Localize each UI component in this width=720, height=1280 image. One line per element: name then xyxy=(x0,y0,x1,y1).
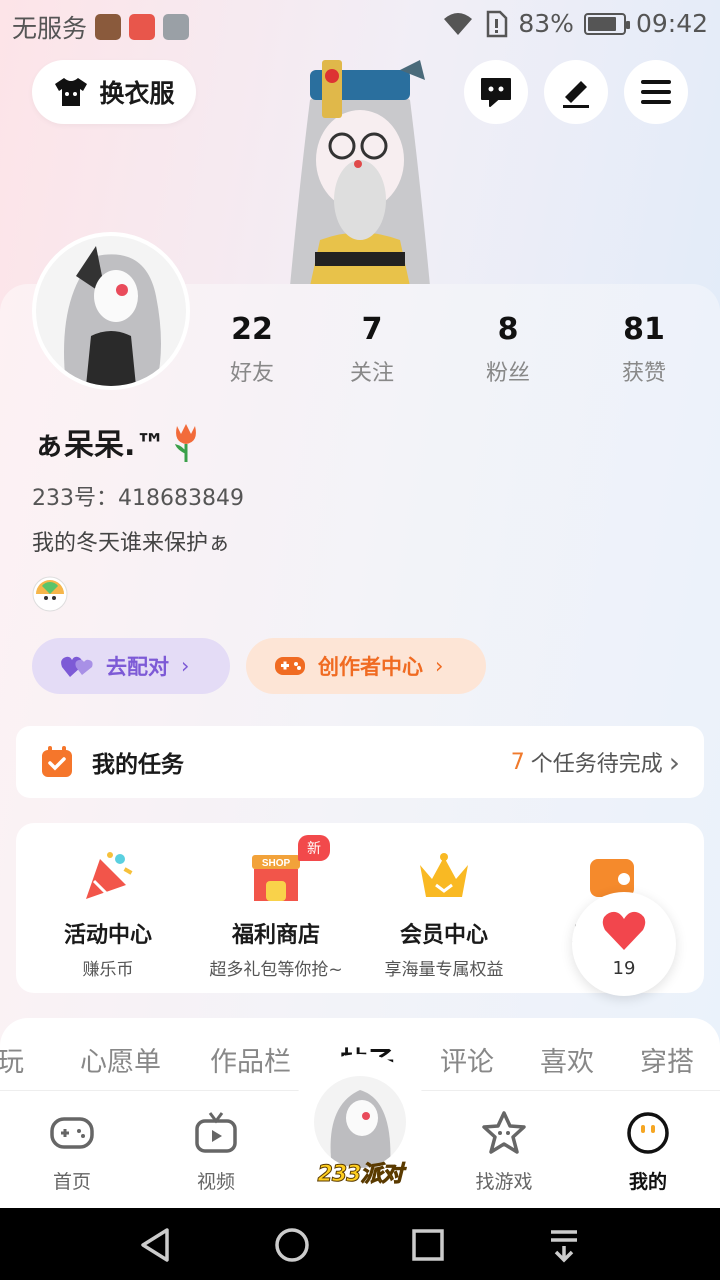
stat-friends[interactable]: 22 好友 xyxy=(192,312,312,387)
chevron-right-icon: › xyxy=(435,654,444,678)
heart-icon xyxy=(602,911,646,950)
notification-pull-icon[interactable] xyxy=(545,1226,583,1264)
feature-title: 福利商店 xyxy=(231,923,320,948)
sim-alert-icon xyxy=(487,10,508,37)
avatar-image xyxy=(36,236,186,386)
stat-label: 粉丝 xyxy=(485,361,530,386)
activity-center[interactable]: 活动中心 赚乐币 xyxy=(18,823,198,993)
stat-value: 81 xyxy=(623,312,665,347)
change-outfit-button[interactable]: 换衣服 xyxy=(32,60,196,124)
center-party-button[interactable] xyxy=(314,1076,406,1168)
stat-label: 关注 xyxy=(349,361,394,386)
creator-label: 创作者中心 xyxy=(318,655,423,679)
nav-label: 视频 xyxy=(196,1171,235,1193)
nav-find-games[interactable]: 找游戏 xyxy=(454,1109,554,1194)
tasks-count: 7 xyxy=(510,749,525,775)
tulip-icon xyxy=(175,424,197,462)
clock: 09:42 xyxy=(635,9,708,38)
party-logo: 233派对 xyxy=(317,1162,404,1188)
my-tasks-bar[interactable]: 我的任务 7 个任务待完成 › xyxy=(16,726,704,798)
party-avatar-image xyxy=(314,1076,406,1168)
calendar-check-icon xyxy=(42,746,72,777)
huawei-icon xyxy=(129,14,156,40)
welfare-shop[interactable]: SHOP 福利商店 超多礼包等你抢~ xyxy=(186,823,366,993)
tab-playing[interactable]: 在玩 xyxy=(0,1040,24,1079)
stat-value: 8 xyxy=(497,312,519,347)
face-icon xyxy=(627,1112,669,1154)
chat-button[interactable] xyxy=(464,60,528,124)
new-badge: 新 xyxy=(298,835,330,861)
menu-button[interactable] xyxy=(624,60,688,124)
nav-label: 我的 xyxy=(628,1171,667,1193)
gallery-icon xyxy=(163,14,190,40)
battery-percent: 83% xyxy=(518,9,574,38)
avatar-character[interactable] xyxy=(270,40,450,286)
back-icon[interactable] xyxy=(137,1226,175,1264)
recents-icon[interactable] xyxy=(409,1226,447,1264)
nav-label: 找游戏 xyxy=(475,1171,533,1193)
menu-icon xyxy=(641,80,671,104)
tab-outfits[interactable]: 穿搭 xyxy=(640,1040,694,1079)
stat-label: 获赞 xyxy=(621,361,666,386)
signature: 我的冬天谁来保护ぁ xyxy=(32,531,231,556)
stat-value: 22 xyxy=(231,312,273,347)
like-count: 19 xyxy=(612,958,636,979)
tab-wishlist[interactable]: 心愿单 xyxy=(80,1040,161,1079)
shop-icon: SHOP xyxy=(252,855,300,901)
carrier-text: 无服务 xyxy=(12,14,88,43)
nickname: ぁ呆呆.™ xyxy=(34,420,201,464)
gamepad-icon xyxy=(50,1117,94,1149)
match-button[interactable]: 去配对 › xyxy=(32,638,230,694)
like-float-button[interactable]: 19 xyxy=(572,892,676,996)
system-nav-bar xyxy=(0,1208,720,1280)
battery-fill xyxy=(587,16,617,31)
stat-fans[interactable]: 8 粉丝 xyxy=(448,312,568,387)
creator-center-button[interactable]: 创作者中心 › xyxy=(246,638,486,694)
nav-home[interactable]: 首页 xyxy=(22,1109,122,1194)
feature-subtitle: 赚乐币 xyxy=(82,960,134,980)
user-id: 233号：418683849 xyxy=(32,486,244,511)
feature-title: 会员中心 xyxy=(399,923,488,948)
chevron-right-icon: › xyxy=(181,654,190,678)
tab-works[interactable]: 作品栏 xyxy=(210,1040,291,1079)
home-icon[interactable] xyxy=(273,1226,311,1264)
stat-label: 好友 xyxy=(229,361,274,386)
change-outfit-label: 换衣服 xyxy=(99,79,175,108)
video-icon xyxy=(195,1112,237,1153)
match-label: 去配对 xyxy=(106,655,169,679)
star-icon xyxy=(482,1111,526,1154)
tab-likes[interactable]: 喜欢 xyxy=(540,1040,594,1079)
nickname-text: ぁ呆呆.™ xyxy=(34,428,166,463)
stat-value: 7 xyxy=(361,312,383,347)
shirt-icon xyxy=(55,78,88,106)
app-notification-icon xyxy=(95,14,122,40)
edit-profile-button[interactable] xyxy=(544,60,608,124)
battery-icon xyxy=(583,12,630,35)
nav-label: 首页 xyxy=(52,1171,91,1193)
feature-subtitle: 享海量专属权益 xyxy=(384,960,504,980)
shop-sign-text: SHOP xyxy=(262,858,291,869)
stat-likes[interactable]: 81 获赞 xyxy=(584,312,704,387)
wifi-icon xyxy=(444,12,473,35)
crown-icon xyxy=(420,853,468,897)
member-center[interactable]: 会员中心 享海量专属权益 xyxy=(354,823,534,993)
tasks-title: 我的任务 xyxy=(92,752,184,778)
feature-subtitle: 超多礼包等你抢~ xyxy=(209,960,343,980)
edit-icon xyxy=(563,81,589,108)
badge-icon[interactable] xyxy=(32,576,68,612)
hearts-icon xyxy=(61,656,93,677)
stat-following[interactable]: 7 关注 xyxy=(312,312,432,387)
nav-video[interactable]: 视频 xyxy=(166,1109,266,1194)
chevron-right-icon: › xyxy=(668,745,680,779)
profile-avatar[interactable] xyxy=(32,232,190,390)
nav-mine[interactable]: 我的 xyxy=(598,1109,698,1194)
chat-icon xyxy=(481,78,511,107)
party-popper-icon xyxy=(86,852,133,899)
tasks-suffix: 个任务待完成 xyxy=(530,752,663,777)
game-controller-icon xyxy=(275,657,305,675)
tab-comments[interactable]: 评论 xyxy=(440,1040,494,1079)
feature-title: 活动中心 xyxy=(63,923,152,948)
tasks-summary: 7 个任务待完成 › xyxy=(511,746,680,779)
